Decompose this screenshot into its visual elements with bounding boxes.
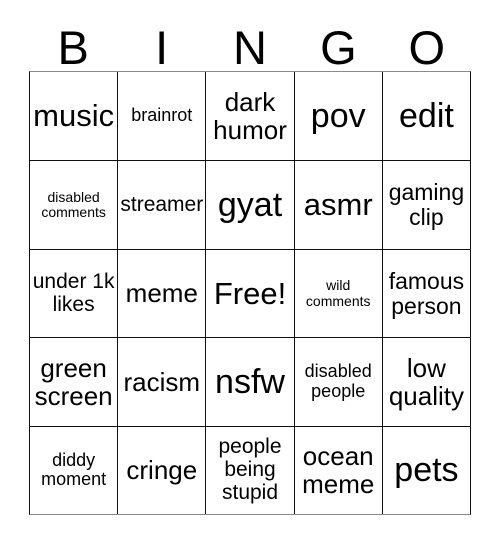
bingo-row: music brainrot dark humor pov edit (30, 72, 470, 161)
bingo-cell[interactable]: low quality (381, 337, 471, 426)
bingo-cell[interactable]: green screen (30, 337, 118, 425)
bingo-cell-label: people being stupid (218, 435, 282, 504)
bingo-cell[interactable]: gyat (205, 160, 294, 249)
header-letter-n: N (233, 21, 267, 75)
header-letter-g: G (320, 21, 357, 75)
bingo-cell-label: wild comments (305, 277, 371, 309)
bingo-cell[interactable]: racism (117, 337, 206, 426)
bingo-cell[interactable]: pets (381, 425, 471, 515)
bingo-cell[interactable]: people being stupid (205, 425, 294, 515)
bingo-cell[interactable]: gaming clip (381, 160, 471, 249)
bingo-cell-label: gaming clip (388, 179, 465, 231)
bingo-cell-label: Free! (213, 275, 287, 311)
bingo-cell[interactable]: dark humor (205, 72, 293, 161)
bingo-cell-label: edit (399, 96, 454, 135)
header-letter-o: O (408, 21, 446, 75)
bingo-cell-label: disabled people (304, 361, 372, 401)
bingo-cell-label: nsfw (215, 362, 285, 401)
bingo-cell[interactable]: meme (117, 248, 206, 338)
bingo-cell-label: diddy moment (41, 449, 107, 490)
header-letter-i: I (155, 21, 169, 75)
bingo-cell[interactable]: nsfw (205, 337, 294, 426)
bingo-cell-free[interactable]: Free! (205, 248, 294, 338)
bingo-cell-label: streamer (120, 192, 204, 216)
bingo-cell-label: dark humor (213, 87, 287, 146)
bingo-cell-label: pets (394, 450, 459, 489)
bingo-cell[interactable]: cringe (117, 425, 206, 515)
bingo-row: green screen racism nsfw disabled people… (30, 337, 471, 426)
bingo-cell-label: under 1k likes (32, 269, 115, 316)
bingo-cell-label: asmr (303, 187, 373, 223)
bingo-cell-label: green screen (34, 352, 113, 411)
bingo-cell[interactable]: disabled comments (30, 160, 118, 248)
bingo-card: B I N G O music brainrot dark humor pov … (0, 0, 500, 544)
bingo-cell[interactable]: music (30, 72, 117, 160)
bingo-header: B I N G O (29, 16, 471, 71)
bingo-cell[interactable]: diddy moment (30, 425, 118, 514)
bingo-cell[interactable]: pov (293, 72, 382, 161)
bingo-row: under 1k likes meme Free! wild comments … (30, 248, 471, 338)
bingo-row: disabled comments streamer gyat asmr gam… (30, 160, 471, 249)
bingo-row: diddy moment cringe people being stupid … (30, 425, 471, 515)
bingo-cell-label: famous person (388, 267, 465, 319)
bingo-cell-label: disabled comments (41, 189, 106, 221)
bingo-cell-label: meme (125, 278, 198, 309)
header-letter-b: B (57, 21, 89, 75)
bingo-cell[interactable]: ocean meme (293, 425, 382, 515)
bingo-cell-label: gyat (217, 185, 283, 224)
bingo-cell[interactable]: disabled people (293, 337, 382, 426)
bingo-cell[interactable]: edit (381, 72, 470, 161)
bingo-cell[interactable]: brainrot (117, 72, 205, 161)
bingo-cell-label: ocean meme (302, 441, 375, 500)
bingo-cell-label: music (33, 98, 115, 134)
bingo-cell[interactable]: asmr (293, 160, 382, 249)
bingo-cell[interactable]: famous person (381, 248, 471, 338)
bingo-cell[interactable]: streamer (117, 160, 206, 249)
bingo-cell-label: racism (123, 366, 201, 397)
bingo-cell-label: pov (310, 96, 366, 135)
bingo-cell[interactable]: wild comments (293, 248, 382, 338)
bingo-cell[interactable]: under 1k likes (30, 248, 118, 337)
bingo-grid: music brainrot dark humor pov edit disab… (29, 71, 471, 515)
bingo-cell-label: low quality (388, 352, 464, 411)
bingo-cell-label: brainrot (131, 105, 193, 126)
bingo-cell-label: cringe (126, 455, 198, 486)
